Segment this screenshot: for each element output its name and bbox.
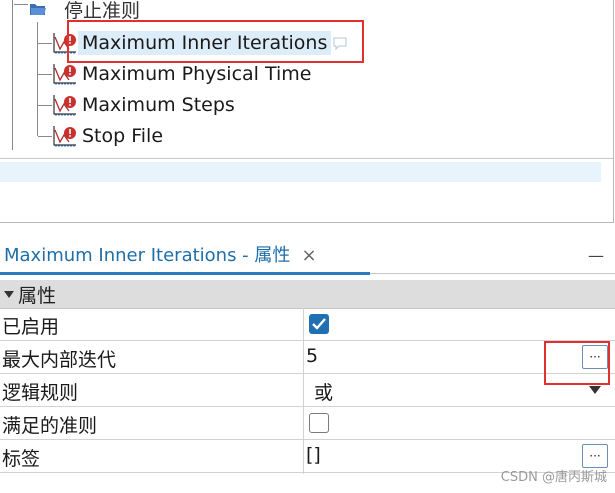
simulation-tree: 停止准则 Maximum Inner Iterations Maximum Ph… [0,0,614,223]
enabled-checkbox[interactable] [309,314,329,334]
divider [0,158,613,159]
highlight-box [544,341,610,385]
folder-open-icon [30,4,46,15]
stopping-criterion-icon [53,64,76,85]
tree-item-maximum-steps[interactable]: Maximum Steps [38,91,239,119]
property-row-enabled: 已启用 [0,308,615,341]
watermark: CSDN @唐丙斯城 [500,470,607,485]
tree-item-maximum-physical-time[interactable]: Maximum Physical Time [38,60,315,88]
logic-rule-value[interactable]: 或 [314,378,333,405]
stopping-criterion-icon [53,95,76,116]
section-title: 属性 [18,284,57,307]
tree-row-strip [0,162,601,182]
tags-value[interactable]: [] [306,444,321,466]
tree-guide-line [12,0,13,150]
chevron-down-icon [4,290,14,298]
minimize-icon[interactable]: — [588,246,604,265]
active-tab-indicator [0,272,370,275]
divider [370,273,615,274]
properties-tab-title: Maximum Inner Iterations - 属性 [4,245,291,266]
edit-ellipsis-button[interactable]: ··· [582,444,608,468]
property-name: 满足的准则 [2,415,98,437]
property-name: 逻辑规则 [2,382,79,404]
highlight-box [67,20,364,63]
stopping-criterion-icon [53,126,76,147]
property-name: 标签 [2,448,41,470]
max-inner-iterations-value[interactable]: 5 [306,345,318,367]
checkmark-icon [312,318,326,330]
tree-item-label: Stop File [82,125,164,147]
dropdown-arrow-icon[interactable] [589,386,601,394]
property-row-logic-rule: 逻辑规则 或 [0,374,615,407]
property-name: 最大内部迭代 [2,349,117,371]
property-name: 已启用 [2,316,60,338]
property-row-max-inner-iterations: 最大内部迭代 5 ··· [0,341,615,374]
property-row-criterion-satisfied: 满足的准则 [0,407,615,440]
close-icon[interactable]: × [302,245,317,266]
tree-item-stop-file[interactable]: Stop File [38,122,167,150]
tree-guide-line [14,4,28,5]
tree-item-label: Maximum Steps [82,94,235,116]
properties-tab[interactable]: Maximum Inner Iterations - 属性 × [4,241,317,267]
properties-section-header[interactable]: 属性 [0,280,615,309]
criterion-satisfied-checkbox[interactable] [309,413,329,433]
tree-item-label: Maximum Physical Time [82,63,312,85]
